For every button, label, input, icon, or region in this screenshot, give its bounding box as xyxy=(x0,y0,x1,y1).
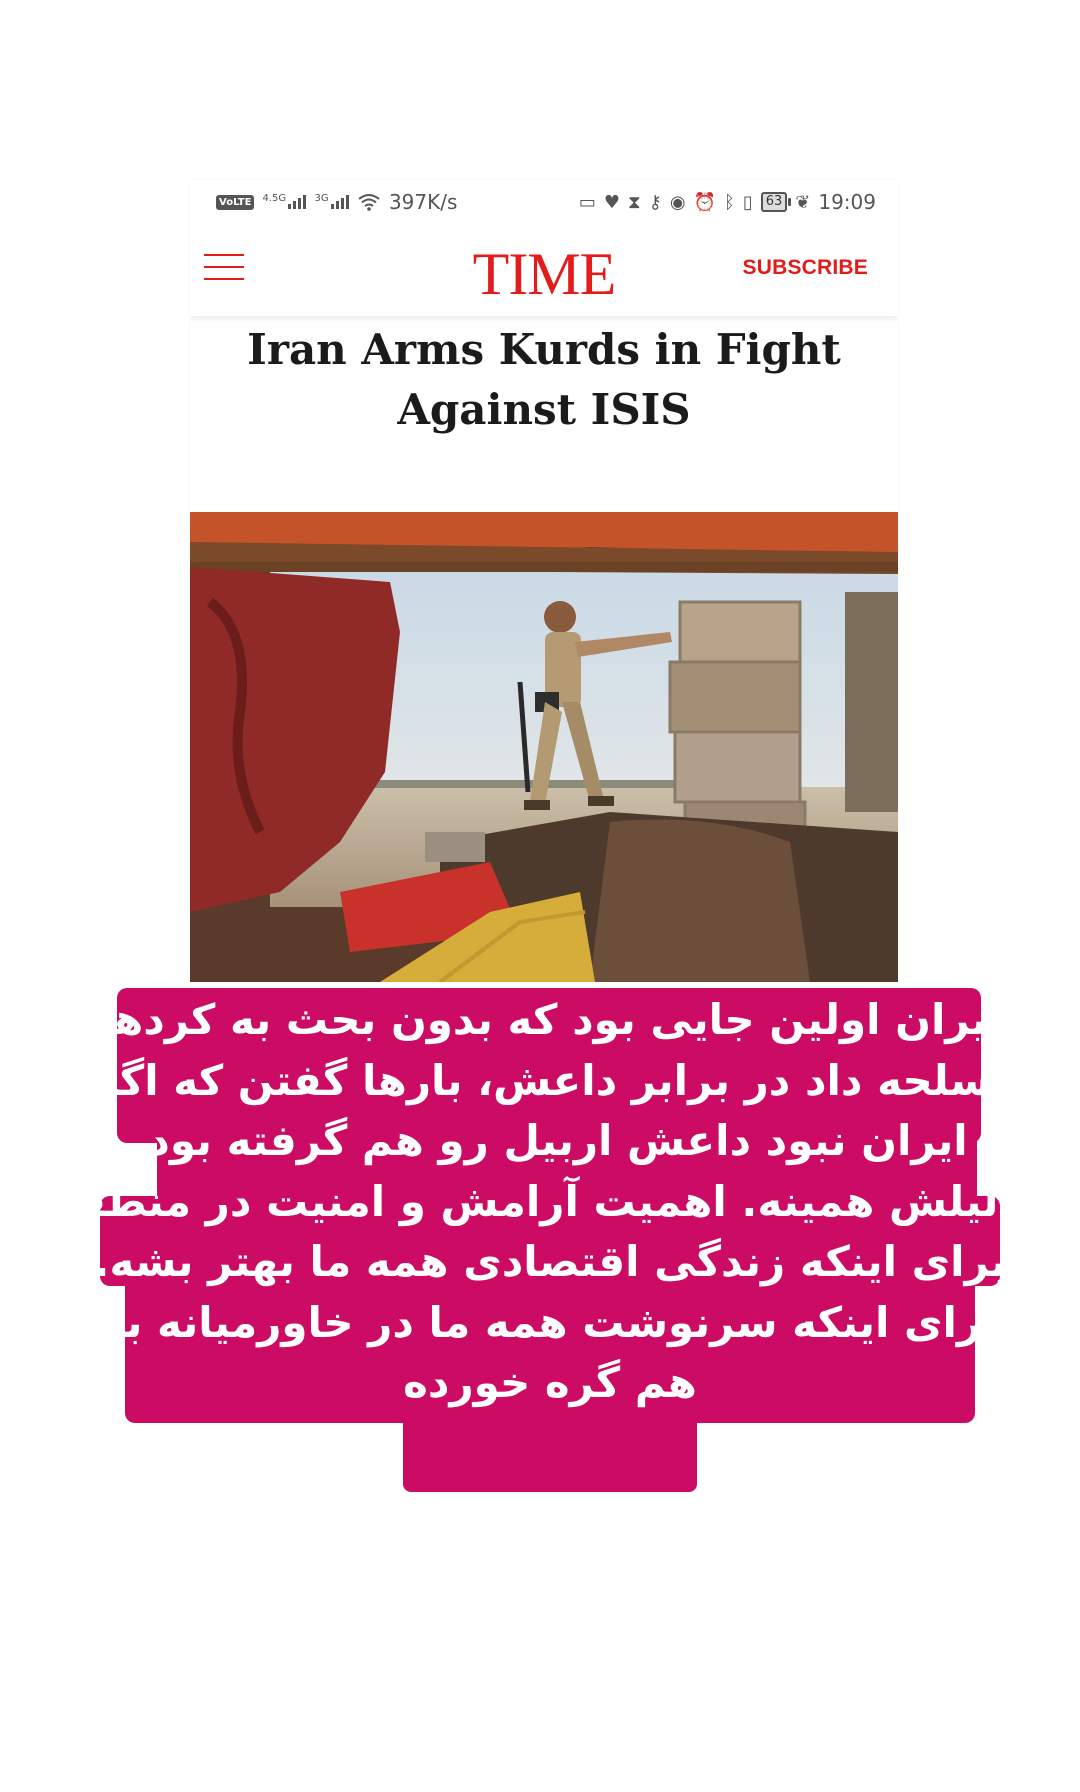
leaf-icon: ❦ xyxy=(795,191,811,213)
caption-line: ایران اولین جایی بود که بدون بحث به کرده… xyxy=(98,995,1002,1044)
status-bar: VoLTE 4.5G 3G 397K/s ▭ ♥ ⧗ ⚷ ◉ ⏰ ᛒ ▯ 63 … xyxy=(190,180,898,224)
subscribe-link[interactable]: SUBSCRIBE xyxy=(743,256,868,280)
status-right: ▭ ♥ ⧗ ⚷ ◉ ⏰ ᛒ ▯ 63 ❦ 19:09 xyxy=(579,190,876,214)
network-type-2: 3G xyxy=(314,193,329,205)
caption-line: اسلحه داد در برابر داعش، بارها گفتن که ا… xyxy=(94,1055,1006,1105)
alarm-icon: ⏰ xyxy=(693,191,716,213)
battery-icon: 63 xyxy=(760,192,791,212)
caption-background-block-5 xyxy=(403,1400,697,1492)
story-caption: ایران اولین جایی بود که بدون بحث به کرده… xyxy=(51,990,1020,1414)
app-header: TIME SUBSCRIBE xyxy=(190,224,898,316)
key-icon: ⚷ xyxy=(648,191,662,213)
article-photo xyxy=(190,512,898,982)
status-left: VoLTE 4.5G 3G 397K/s xyxy=(216,190,457,214)
network-speed: 397K/s xyxy=(388,190,458,214)
screenshot-card: VoLTE 4.5G 3G 397K/s ▭ ♥ ⧗ ⚷ ◉ ⏰ ᛒ ▯ 63 … xyxy=(190,180,898,982)
hourglass-icon: ⧗ xyxy=(628,191,641,213)
volte-badge: VoLTE xyxy=(216,194,255,210)
signal-bars-icon xyxy=(288,193,307,209)
bluetooth-icon: ᛒ xyxy=(724,191,735,213)
caption-line: برای اینکه زندگی اقتصادی همه ما بهتر بشه… xyxy=(93,1237,1007,1286)
signal-group-2: 3G xyxy=(314,190,349,214)
eye-icon: ◉ xyxy=(669,191,686,213)
caption-line: دلیلش همینه. اهمیت آرامش و امنیت در منطق… xyxy=(51,1176,1020,1226)
wifi-icon xyxy=(358,194,380,211)
caption-line: هم گره خورده xyxy=(403,1358,697,1407)
hd-icon: ▭ xyxy=(578,191,596,213)
battery-level: 63 xyxy=(765,194,783,209)
network-type-1: 4.5G xyxy=(262,193,287,205)
headline-line-2: Against ISIS xyxy=(397,385,691,434)
clock: 19:09 xyxy=(818,190,876,214)
caption-line: ایران نبود داعش اربیل رو هم گرفته بود. xyxy=(132,1116,968,1165)
article-headline: Iran Arms Kurds in Fight Against ISIS xyxy=(210,320,878,440)
signal-bars-2-icon xyxy=(330,193,349,209)
vibrate-icon: ▯ xyxy=(742,191,753,213)
headline-line-1: Iran Arms Kurds in Fight xyxy=(247,325,841,374)
caption-line: برای اینکه سرنوشت همه ما در خاورمیانه به xyxy=(101,1297,999,1347)
signal-group-1: 4.5G xyxy=(262,190,307,214)
heart-rate-icon: ♥ xyxy=(603,191,621,213)
